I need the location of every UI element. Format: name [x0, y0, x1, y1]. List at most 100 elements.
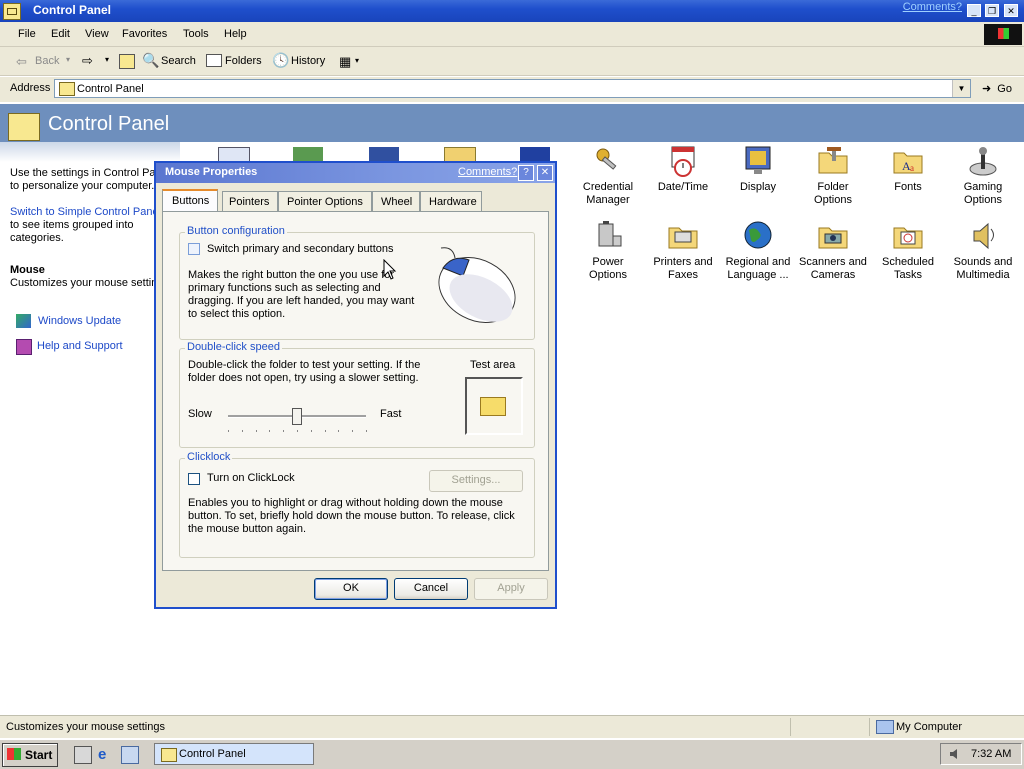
icon-fonts[interactable]: Aa Fonts [872, 145, 944, 194]
volume-icon[interactable] [949, 748, 961, 760]
dialog-title-bar[interactable]: Mouse Properties Comments? ? ✕ [156, 163, 555, 183]
tab-pointers[interactable]: Pointers [222, 191, 278, 212]
windows-update-label: Windows Update [38, 315, 122, 327]
icon-scanners-and-cameras[interactable]: Scanners and Cameras [797, 220, 869, 282]
clicklock-label[interactable]: Turn on ClickLock [207, 472, 295, 484]
minimize-button[interactable]: _ [967, 4, 981, 17]
back-dropdown-icon[interactable]: ▾ [66, 55, 70, 64]
control-panel-large-icon [8, 113, 40, 141]
icon-label: Scanners and Cameras [799, 256, 867, 281]
title-bar[interactable]: Control Panel Comments? _ ❐ ✕ [0, 0, 1024, 22]
menu-view[interactable]: View [85, 28, 109, 40]
comments-link[interactable]: Comments? [903, 1, 962, 13]
restore-button[interactable]: ❐ [985, 4, 999, 17]
header-band: Control Panel [0, 104, 1024, 142]
slider-tick [310, 430, 312, 432]
clicklock-checkbox[interactable] [188, 473, 200, 485]
folders-button[interactable]: Folders [205, 52, 265, 70]
slider-tick [255, 430, 257, 432]
control-panel-icon [161, 748, 177, 762]
windows-logo-icon [984, 24, 1022, 45]
address-field[interactable]: Control Panel ▼ [54, 79, 971, 98]
icon-label: Power Options [589, 256, 627, 281]
icon-sounds-and-multimedia[interactable]: Sounds and Multimedia [947, 220, 1019, 282]
help-and-support-label: Help and Support [37, 340, 123, 352]
forward-arrow-icon: ⇨ [82, 53, 93, 68]
icon-display[interactable]: Display [722, 145, 794, 194]
mouse-image-icon [438, 247, 516, 323]
my-computer-icon [876, 720, 894, 734]
taskbar-task-label: Control Panel [179, 748, 246, 760]
clicklock-group: Clicklock Turn on ClickLock Settings... … [179, 451, 535, 558]
tab-pointer-options[interactable]: Pointer Options [278, 191, 372, 212]
menu-edit[interactable]: Edit [51, 28, 70, 40]
icon-label: Sounds and Multimedia [953, 256, 1013, 281]
search-button[interactable]: 🔍 Search [141, 52, 197, 70]
internet-explorer-icon[interactable]: e [98, 746, 114, 763]
close-button[interactable]: ✕ [1004, 4, 1018, 17]
dialog-close-button[interactable]: ✕ [537, 165, 553, 181]
start-button[interactable]: Start [2, 743, 58, 767]
back-button[interactable]: ⇦ Back [10, 54, 62, 70]
forward-button[interactable]: ⇨ [82, 53, 93, 69]
icon-date-time[interactable]: Date/Time [647, 145, 719, 194]
menu-favorites[interactable]: Favorites [122, 28, 167, 40]
window-title: Control Panel [33, 3, 112, 17]
icon-regional-and-language[interactable]: Regional and Language ... [722, 220, 794, 282]
slider-tick [366, 430, 367, 432]
tab-hardware[interactable]: Hardware [420, 191, 482, 212]
tab-label: Hardware [429, 196, 477, 208]
test-area[interactable] [465, 377, 523, 435]
icon-label: Display [739, 181, 777, 193]
mouse-properties-dialog: Mouse Properties Comments? ? ✕ Buttons P… [154, 161, 557, 609]
icon-scheduled-tasks[interactable]: Scheduled Tasks [872, 220, 944, 282]
switch-buttons-label[interactable]: Switch primary and secondary buttons [207, 243, 393, 255]
menu-tools[interactable]: Tools [183, 28, 209, 40]
switch-buttons-checkbox[interactable] [188, 243, 200, 255]
tab-label: Pointers [229, 196, 270, 208]
apply-button[interactable]: Apply [474, 578, 548, 600]
views-button[interactable]: ▦ ▾ [339, 54, 363, 69]
fonts-folder-icon: Aa [891, 145, 925, 177]
menu-help[interactable]: Help [224, 28, 247, 40]
taskbar-control-panel[interactable]: Control Panel [154, 743, 314, 765]
icon-credential-manager[interactable]: Credential Manager [572, 145, 644, 207]
go-button[interactable]: ➜ Go [982, 82, 1012, 95]
icon-power-options[interactable]: Power Options [572, 220, 644, 282]
folder-tools-icon [816, 145, 850, 177]
selected-item-title: Mouse [10, 264, 45, 276]
quick-launch-icon[interactable] [121, 746, 139, 764]
folders-label: Folders [225, 55, 262, 67]
up-folder-icon[interactable] [119, 54, 135, 69]
windows-update-icon [16, 314, 31, 328]
address-value[interactable]: Control Panel [77, 83, 144, 95]
help-and-support-link[interactable]: Help and Support [16, 339, 176, 355]
back-label: Back [35, 55, 60, 67]
address-dropdown-icon[interactable]: ▼ [952, 80, 970, 97]
printer-folder-icon [666, 220, 700, 252]
icon-printers-and-faxes[interactable]: Printers and Faxes [647, 220, 719, 282]
icon-label: Fonts [894, 181, 922, 193]
menu-file[interactable]: File [18, 28, 36, 40]
switch-view-link[interactable]: Switch to Simple Control Panel [10, 206, 178, 219]
speed-slider-thumb[interactable] [292, 408, 302, 425]
control-panel-icon [3, 3, 21, 20]
help-button[interactable]: ? [518, 165, 534, 181]
clicklock-settings-button[interactable]: Settings... [429, 470, 523, 492]
mouse-cursor-icon [383, 259, 397, 280]
tab-wheel[interactable]: Wheel [372, 191, 420, 212]
icon-gaming-options[interactable]: Gaming Options [947, 145, 1019, 207]
show-desktop-icon[interactable] [74, 746, 92, 764]
ok-button[interactable]: OK [314, 578, 388, 600]
history-button[interactable]: 🕓 History [271, 52, 331, 70]
camera-folder-icon [816, 220, 850, 252]
test-folder-icon[interactable] [480, 397, 506, 416]
status-text: Customizes your mouse settings [6, 721, 165, 733]
dialog-comments-link[interactable]: Comments? [458, 166, 517, 178]
cancel-button[interactable]: Cancel [394, 578, 468, 600]
clock[interactable]: 7:32 AM [971, 748, 1011, 760]
windows-update-link[interactable]: Windows Update [16, 314, 176, 330]
icon-folder-options[interactable]: Folder Options [797, 145, 869, 207]
forward-dropdown-icon[interactable]: ▾ [105, 55, 109, 64]
globe-icon [741, 220, 775, 252]
